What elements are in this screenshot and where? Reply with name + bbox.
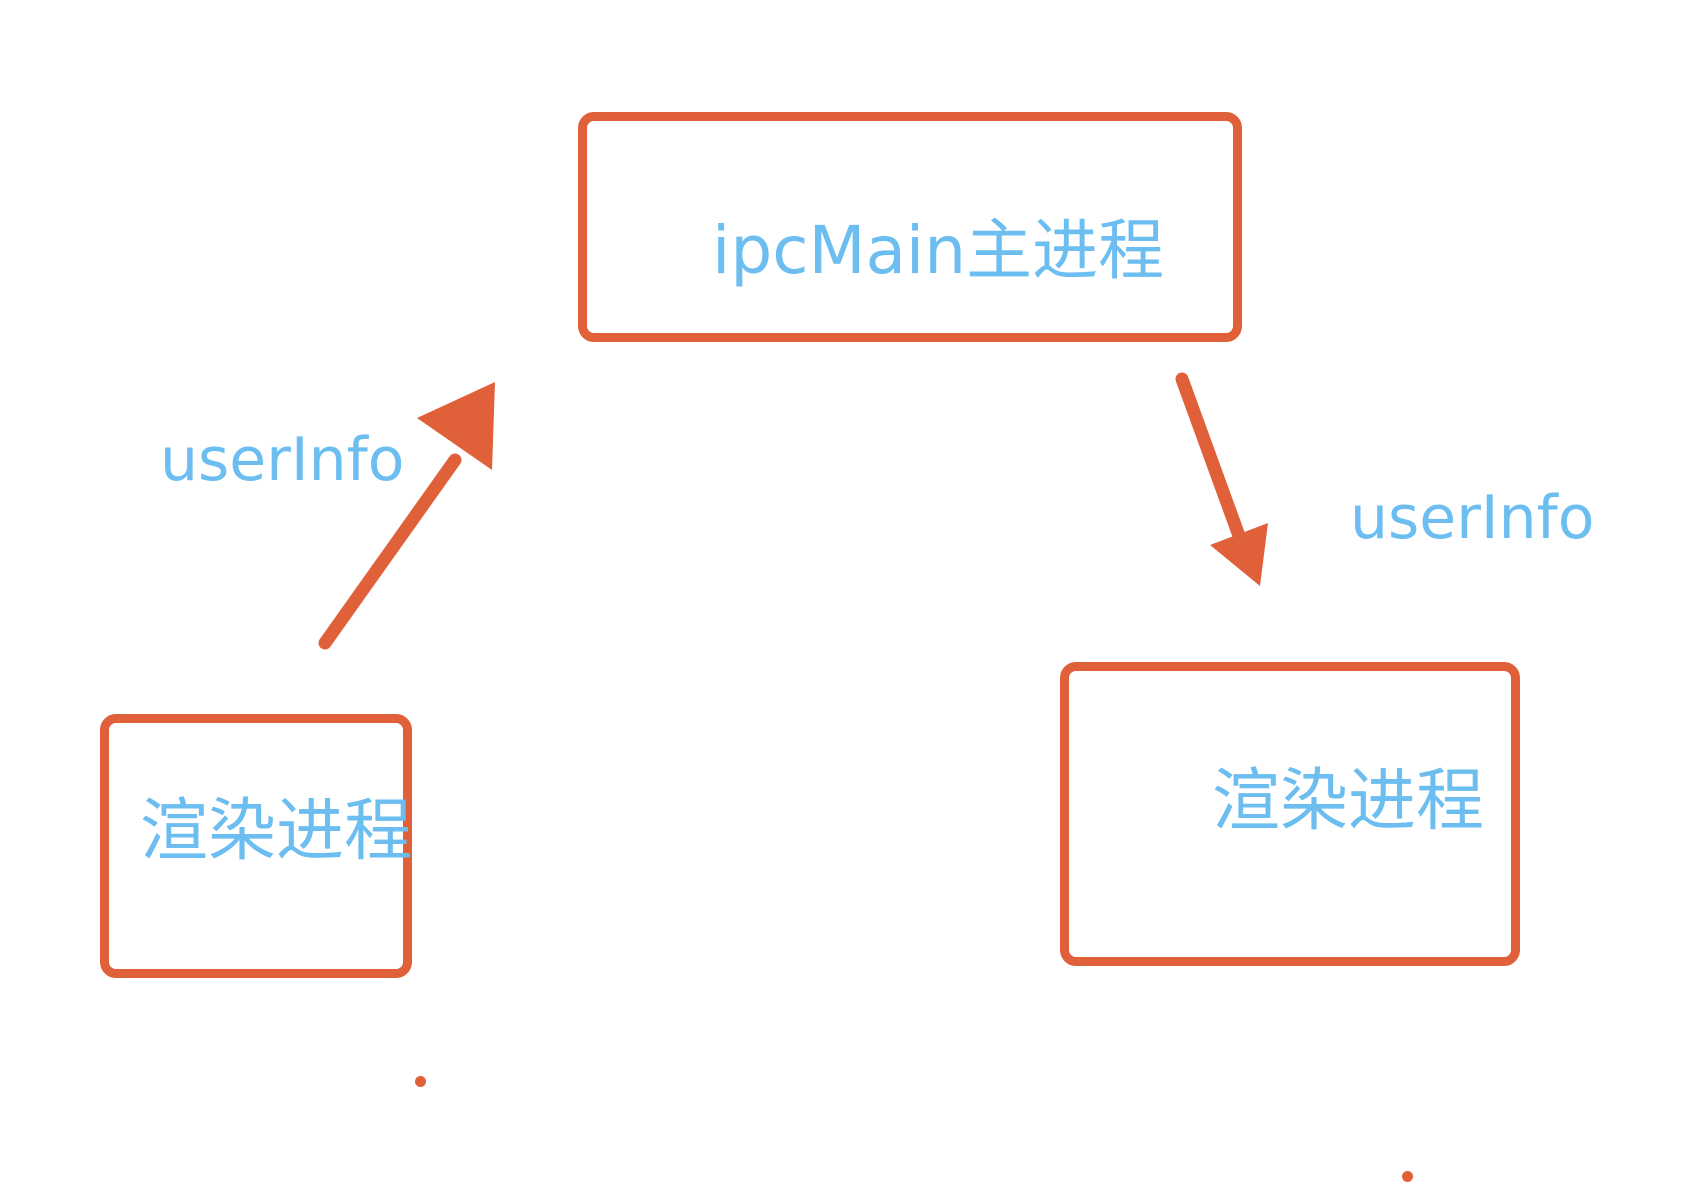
arrows-layer bbox=[318, 372, 1268, 650]
decorative-dot bbox=[415, 1076, 426, 1087]
arrow-down-right bbox=[1175, 372, 1268, 586]
decorative-dot bbox=[1402, 1171, 1413, 1182]
arrow-up-right bbox=[318, 382, 495, 650]
